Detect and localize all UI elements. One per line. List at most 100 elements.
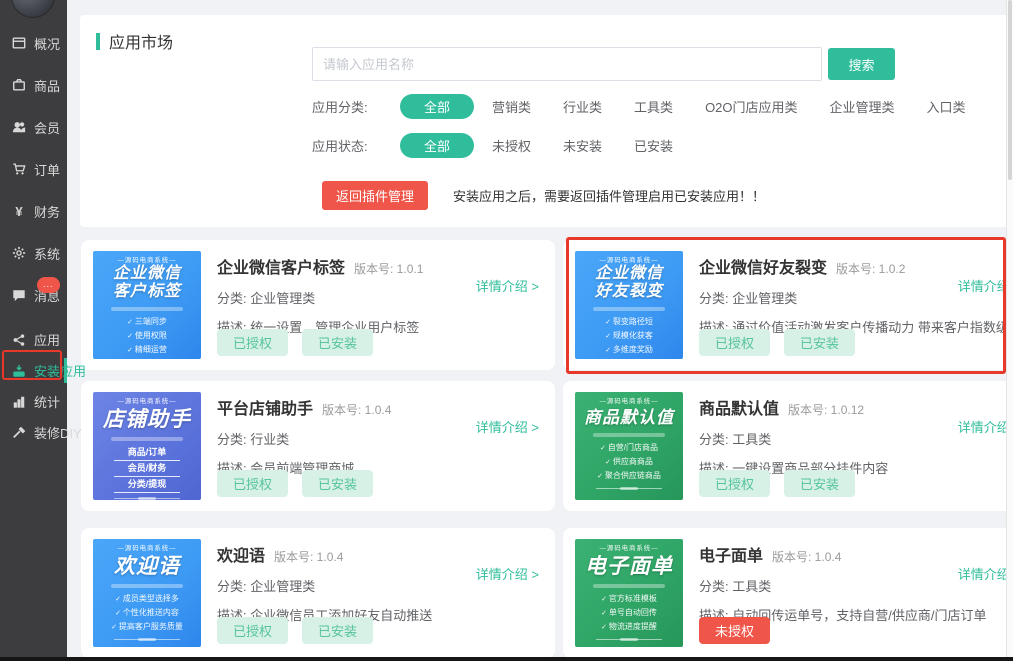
sidebar-item-label: 统计 (34, 392, 60, 411)
category-industry[interactable]: 行业类 (563, 97, 602, 116)
category-marketing[interactable]: 营销类 (492, 97, 531, 116)
sidebar-item-diy[interactable]: 装修DIY (0, 417, 67, 448)
thumb-bullet: 成员类型选择多 (93, 592, 201, 606)
installed-badge[interactable]: 已安装 (784, 329, 855, 356)
thumb-subtitle-bar (593, 307, 664, 311)
page-title-text: 应用市场 (109, 29, 173, 53)
thumb-bullet: 官方标准模板 (575, 592, 683, 606)
installed-badge[interactable]: 已安装 (302, 617, 373, 644)
status-installed[interactable]: 已安装 (634, 136, 673, 155)
detail-link[interactable]: 详情介绍 > (958, 564, 1013, 583)
stats-icon (11, 394, 27, 410)
app-info: 商品默认值版本号: 1.0.12 分类: 工具类 描述: 一键设置商品部分挂件内… (699, 395, 1013, 477)
unauthorized-badge[interactable]: 未授权 (699, 617, 770, 644)
install-app-icon (11, 363, 27, 379)
app-version: 版本号: 1.0.4 (772, 550, 841, 564)
detail-link[interactable]: 详情介绍 > (476, 276, 539, 295)
thumb-subtitle-bar (593, 584, 664, 588)
app-info: 平台店铺助手版本号: 1.0.4 分类: 行业类 描述: 会员前端管理商城 (217, 395, 545, 477)
thumb-title: 企业微信 (93, 265, 201, 283)
thumb-subtitle-bar (593, 433, 664, 437)
sidebar-item-goods[interactable]: 商品 (0, 64, 67, 106)
sidebar-item-apps[interactable]: 应用 (0, 324, 67, 355)
sidebar: 概况 商品 会员 订单 ¥ 财务 系统 (0, 0, 67, 661)
status-unauthorized[interactable]: 未授权 (492, 136, 531, 155)
sidebar-item-members[interactable]: 会员 (0, 106, 67, 148)
app-thumbnail: —源码电商系统— 欢迎语 成员类型选择多 个性化推送内容 提高客户服务质量 (93, 539, 201, 647)
category-all-pill[interactable]: 全部 (400, 94, 474, 119)
thumb-bullet: 提高客户服务质量 (93, 620, 201, 634)
category-enterprise[interactable]: 企业管理类 (830, 97, 895, 116)
thumb-bullet: 单号自动回传 (575, 606, 683, 620)
status-all-pill[interactable]: 全部 (400, 133, 474, 158)
app-version: 版本号: 1.0.1 (354, 262, 423, 276)
authorized-badge[interactable]: 已授权 (217, 470, 288, 497)
app-status-badges: 已授权 已安装 (699, 329, 855, 356)
authorized-badge[interactable]: 已授权 (699, 329, 770, 356)
detail-link[interactable]: 详情介绍 > (476, 417, 539, 436)
app-thumbnail: —源码电商系统— 企业微信 客户标签 三端同步 使用权限 精细运营 (93, 251, 201, 359)
back-to-plugins-button[interactable]: 返回插件管理 (322, 181, 428, 210)
sidebar-menu-main: 概况 商品 会员 订单 ¥ 财务 系统 (0, 22, 67, 316)
detail-link[interactable]: 详情介绍 > (958, 276, 1013, 295)
authorized-badge[interactable]: 已授权 (217, 329, 288, 356)
thumb-ribbon: —源码电商系统— (97, 544, 196, 552)
thumb-subtitle-bar (111, 584, 182, 588)
app-info: 电子面单版本号: 1.0.4 分类: 工具类 描述: 自动回传运单号，支持自营/… (699, 542, 1013, 624)
app-title: 商品默认值 (699, 401, 779, 418)
sidebar-item-finance[interactable]: ¥ 财务 (0, 190, 67, 232)
sidebar-item-overview[interactable]: 概况 (0, 22, 67, 64)
vertical-scrollbar[interactable] (1006, 0, 1013, 657)
installed-badge[interactable]: 已安装 (302, 470, 373, 497)
thumb-bullet: 规模化获客 (575, 329, 683, 343)
app-title: 企业微信客户标签 (217, 260, 345, 277)
app-thumbnail: —源码电商系统— 店铺助手 商品/订单 会员/财务 分类/提现 (93, 392, 201, 500)
status-uninstalled[interactable]: 未安装 (563, 136, 602, 155)
install-notice-text: 安装应用之后，需要返回插件管理启用已安装应用！！ (453, 186, 765, 205)
app-version: 版本号: 1.0.4 (274, 550, 343, 564)
sidebar-item-install-apps[interactable]: 安装应用 (0, 355, 67, 386)
detail-link[interactable]: 详情介绍 > (476, 564, 539, 583)
thumb-bullet: 使用权限 (93, 329, 201, 343)
thumb-title: 企业微信 (575, 265, 683, 283)
installed-badge[interactable]: 已安装 (784, 470, 855, 497)
sidebar-item-orders[interactable]: 订单 (0, 148, 67, 190)
thumb-bullet: 个性化推送内容 (93, 606, 201, 620)
goods-icon (11, 77, 27, 93)
message-icon (11, 287, 27, 303)
search-input[interactable] (312, 47, 822, 81)
sidebar-item-messages[interactable]: 消息 ... (0, 274, 67, 316)
system-icon (11, 245, 27, 261)
scrollbar-thumb[interactable] (1008, 0, 1012, 180)
status-filter-row: 应用状态: 全部 未授权 未安装 已安装 (312, 132, 673, 158)
authorized-badge[interactable]: 已授权 (217, 617, 288, 644)
app-card-e-waybill: —源码电商系统— 电子面单 官方标准模板 单号自动回传 物流进度提醒 电子面单版… (563, 528, 1013, 658)
detail-link[interactable]: 详情介绍 > (958, 417, 1013, 436)
app-info: 欢迎语版本号: 1.0.4 分类: 企业管理类 描述: 企业微信员工添加好友自动… (217, 542, 545, 624)
app-title: 平台店铺助手 (217, 401, 313, 418)
thumb-bullet: 多维度奖励 (575, 343, 683, 357)
category-tools[interactable]: 工具类 (634, 97, 673, 116)
app-thumbnail: —源码电商系统— 企业微信 好友裂变 裂变路径短 规模化获客 多维度奖励 (575, 251, 683, 359)
category-o2o[interactable]: O2O门店应用类 (705, 97, 797, 116)
avatar[interactable] (11, 0, 55, 18)
sidebar-item-label: 应用 (34, 330, 60, 349)
installed-badge[interactable]: 已安装 (302, 329, 373, 356)
sidebar-item-stats[interactable]: 统计 (0, 386, 67, 417)
finance-icon: ¥ (11, 203, 27, 219)
sidebar-item-label: 系统 (34, 244, 60, 263)
thumb-title: 电子面单 (575, 555, 683, 579)
thumb-bullet: 物流进度提醒 (575, 620, 683, 634)
thumb-bullet: 精细运营 (93, 343, 201, 357)
sidebar-item-system[interactable]: 系统 (0, 232, 67, 274)
thumb-title: 客户标签 (93, 283, 201, 301)
app-status-badges: 已授权 已安装 (217, 329, 373, 356)
thumb-footer-bar (596, 488, 663, 489)
category-entry[interactable]: 入口类 (927, 97, 966, 116)
thumb-subtitle-bar (111, 437, 182, 441)
app-status-badges: 已授权 已安装 (699, 470, 855, 497)
app-version: 版本号: 1.0.12 (788, 403, 864, 417)
search-button[interactable]: 搜索 (828, 48, 895, 80)
authorized-badge[interactable]: 已授权 (699, 470, 770, 497)
thumb-footer-bar (114, 498, 181, 499)
